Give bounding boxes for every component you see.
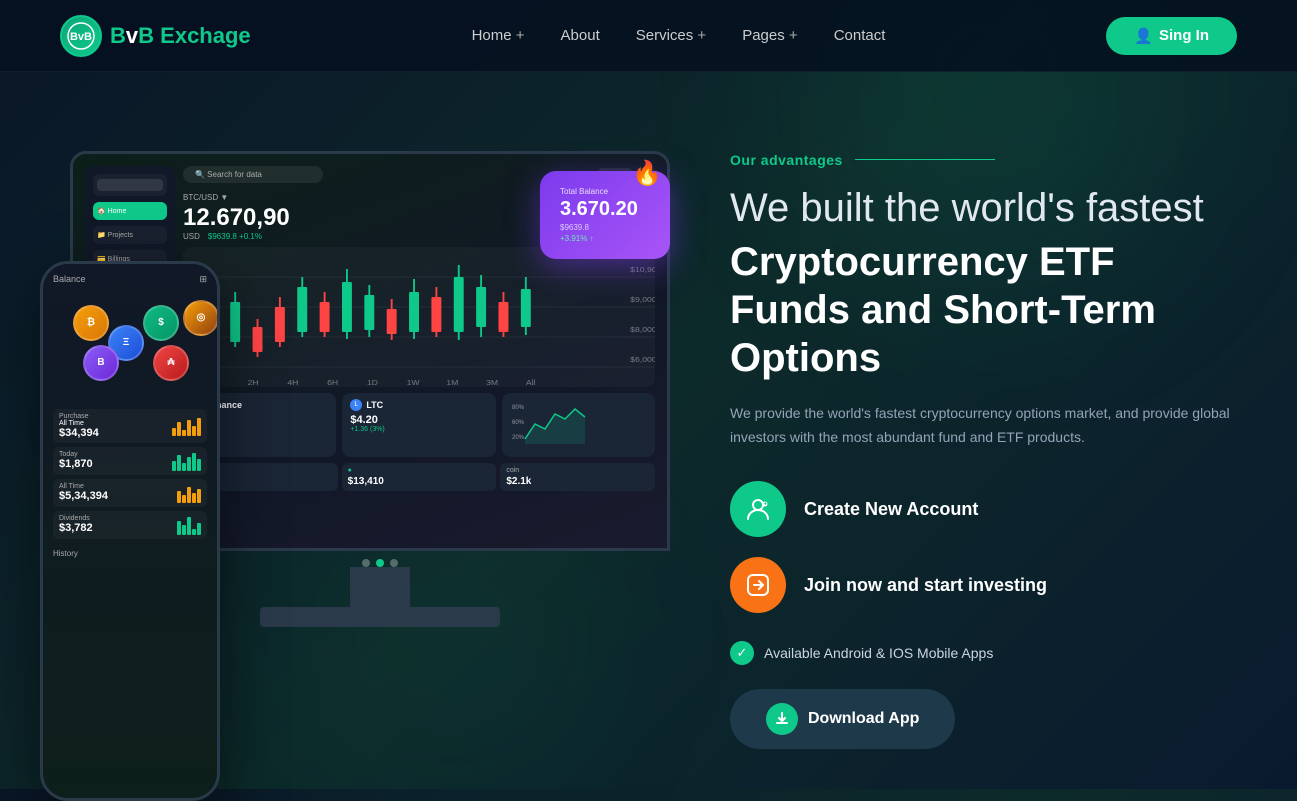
svg-text:$8,000: $8,000 (630, 325, 655, 333)
mini-bar-chart-3 (177, 483, 201, 503)
phone-stat-rows: Purchase All Time $34,394 (53, 409, 207, 539)
phone-crypto-circles: ₿ Ξ $ B ₳ ◎ (53, 295, 207, 395)
join-invest-icon (730, 557, 786, 613)
dot-1[interactable] (362, 559, 370, 567)
sidebar-home: 🏠 Home (93, 202, 167, 220)
candlestick-chart: $10,900 $9,000 $8,000 $6,000 (183, 247, 655, 387)
svg-text:80%: 80% (512, 405, 525, 411)
hero-right-content: Our advantages We built the world's fast… (690, 152, 1237, 750)
navbar: BvB BvB Exchage Home About Services Page… (0, 0, 1297, 72)
feature-join-invest-label: Join now and start investing (804, 575, 1047, 596)
stat-btc: ● $13,410 (342, 463, 497, 491)
fire-icon: 🔥 (632, 159, 662, 188)
hero-section: 🏠 Home 📁 Projects 💳 Billings 👥 Team Memb… (0, 72, 1297, 789)
phone-settings-icon: ⊞ (199, 274, 207, 285)
svg-text:20%: 20% (512, 435, 525, 441)
sidebar-search (93, 174, 167, 196)
available-badge: ✓ Available Android & IOS Mobile Apps (730, 641, 1237, 665)
logo[interactable]: BvB BvB Exchage (60, 15, 251, 57)
hero-title-bold: Cryptocurrency ETF Funds and Short-Term … (730, 238, 1237, 382)
phone-mockup: Balance ⊞ ₿ Ξ $ B ₳ ◎ Purchase (40, 261, 220, 801)
feature-join-invest: Join now and start investing (730, 557, 1237, 613)
circle-btc: ₿ (73, 305, 109, 341)
circle-usdt: $ (143, 305, 179, 341)
ltc-card: L LTC $4.20 +1.36 (3%) (342, 393, 495, 457)
dash-bottom-stats: Ethereum $25.30 ● $13,410 coin $2.1k (183, 463, 655, 491)
svg-text:$9,000: $9,000 (630, 295, 655, 303)
svg-text:60%: 60% (512, 420, 525, 426)
phone-stat-row-1: Purchase All Time $34,394 (53, 409, 207, 443)
mini-bar-chart-2 (172, 451, 201, 471)
svg-text:4H: 4H (287, 378, 298, 386)
nav-links: Home About Services Pages Contact (472, 27, 886, 45)
progress-card: 80% 60% 20% (502, 393, 655, 457)
coin-cards-row: B Binance $9.44 Rise info L LTC (183, 393, 655, 457)
svg-text:$10,900: $10,900 (630, 265, 655, 273)
svg-text:1M: 1M (446, 378, 458, 386)
feature-create-account: + Create New Account (730, 481, 1237, 537)
svg-text:BvB: BvB (70, 31, 92, 43)
phone-stat-row-2: Today $1,870 (53, 447, 207, 475)
logo-icon: BvB (60, 15, 102, 57)
svg-text:3M: 3M (486, 378, 498, 386)
create-account-icon: + (730, 481, 786, 537)
phone-history-label: History (53, 549, 207, 558)
phone-stat-row-3: All Time $5,34,394 (53, 479, 207, 507)
nav-contact[interactable]: Contact (834, 27, 886, 44)
stat-extra: coin $2.1k (500, 463, 655, 491)
dot-2[interactable] (376, 559, 384, 567)
mini-bar-chart-4 (177, 515, 201, 535)
svg-text:+: + (764, 502, 768, 508)
logo-name: BvB Exchage (110, 23, 251, 49)
nav-services[interactable]: Services (636, 27, 706, 44)
available-text: Available Android & IOS Mobile Apps (764, 645, 993, 661)
hero-description: We provide the world's fastest cryptocur… (730, 402, 1237, 450)
dash-search-bar: 🔍 Search for data (183, 166, 323, 183)
monitor-stand-base (260, 607, 500, 627)
nav-home[interactable]: Home (472, 27, 525, 44)
svg-text:1D: 1D (367, 378, 378, 386)
circle-bnb: B (83, 345, 119, 381)
total-balance-card: 🔥 Total Balance 3.670.20 $9639.8 +3.91% … (540, 171, 670, 259)
user-icon: 👤 (1134, 27, 1153, 45)
chart-svg: $10,900 $9,000 $8,000 $6,000 (183, 247, 655, 387)
monitor-stand-neck (350, 567, 410, 607)
hero-left-mockups: 🏠 Home 📁 Projects 💳 Billings 👥 Team Memb… (40, 141, 690, 761)
phone-header: Balance ⊞ (53, 274, 207, 285)
phone-inner: Balance ⊞ ₿ Ξ $ B ₳ ◎ Purchase (43, 264, 217, 798)
hero-title-light: We built the world's fastest (730, 184, 1237, 232)
circle-ada: ₳ (153, 345, 189, 381)
nav-pages[interactable]: Pages (742, 27, 797, 44)
nav-about[interactable]: About (561, 27, 600, 44)
feature-create-account-label: Create New Account (804, 499, 978, 520)
svg-text:2H: 2H (248, 378, 259, 386)
mini-bar-chart-1 (172, 416, 201, 436)
svg-text:$6,000: $6,000 (630, 355, 655, 363)
check-icon: ✓ (730, 641, 754, 665)
signin-button[interactable]: 👤 Sing In (1106, 17, 1237, 55)
download-app-button[interactable]: Download App (730, 689, 955, 749)
dot-3[interactable] (390, 559, 398, 567)
download-icon (766, 703, 798, 735)
svg-text:All: All (526, 378, 536, 386)
svg-text:1W: 1W (407, 378, 421, 386)
circle-sol: ◎ (183, 300, 219, 336)
phone-stat-row-4: Dividends $3,782 (53, 511, 207, 539)
advantages-label: Our advantages (730, 152, 1237, 168)
sidebar-projects: 📁 Projects (93, 226, 167, 244)
svg-text:6H: 6H (327, 378, 338, 386)
feature-items: + Create New Account Join now and start … (730, 481, 1237, 613)
